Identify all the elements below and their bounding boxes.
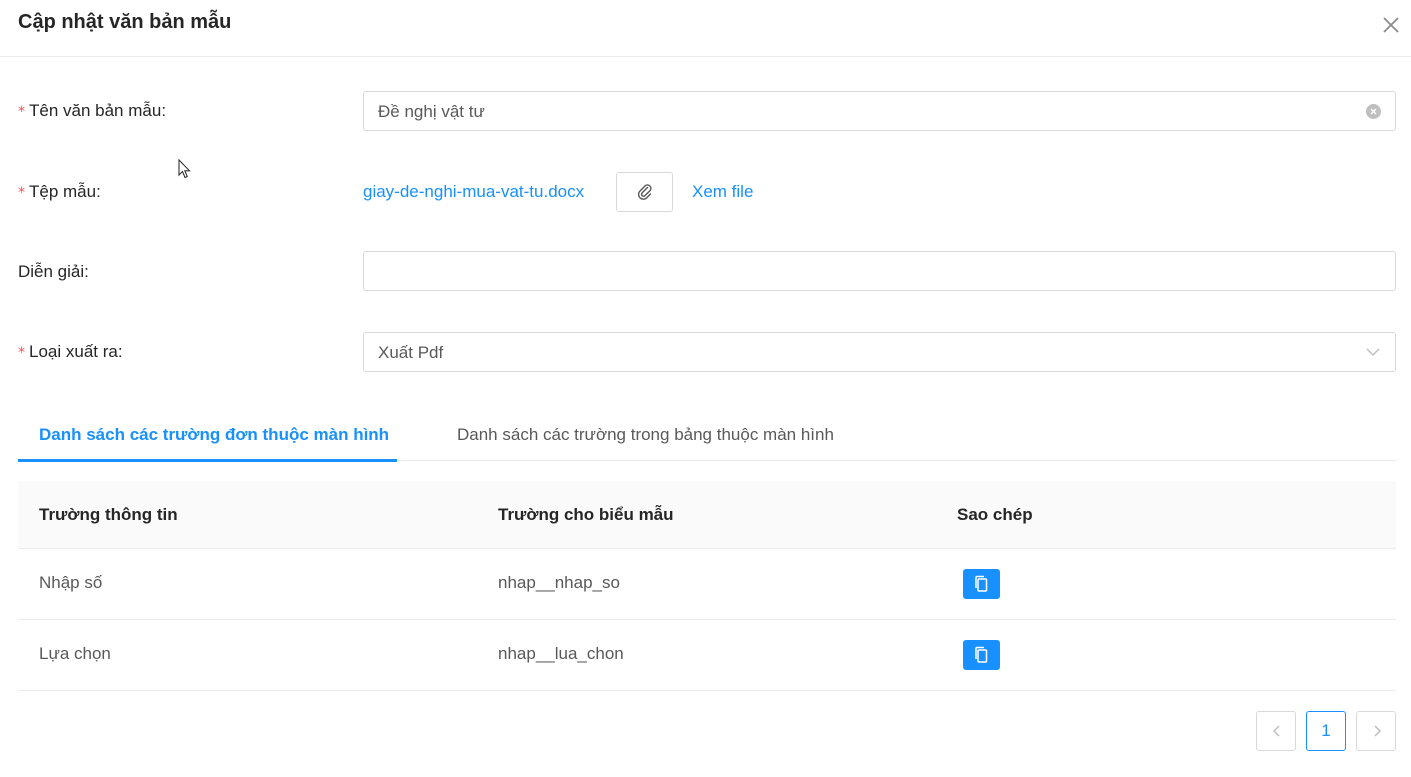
pagination-page-current[interactable]: 1: [1306, 711, 1346, 751]
cell-template-field: nhap__lua_chon: [498, 644, 624, 663]
mouse-cursor-icon: [178, 159, 191, 179]
required-mark: *: [18, 104, 25, 120]
tab-active-indicator: [18, 459, 397, 462]
copy-icon: [975, 575, 988, 592]
description-label: Diễn giải:: [18, 262, 89, 281]
name-input[interactable]: Đề nghị vật tư: [363, 91, 1396, 131]
chevron-right-icon: [1374, 725, 1382, 737]
view-file-link[interactable]: Xem file: [692, 182, 753, 202]
chevron-left-icon: [1272, 725, 1280, 737]
attach-file-button[interactable]: [616, 172, 673, 212]
paperclip-icon: [637, 184, 652, 200]
copy-button[interactable]: [963, 640, 1000, 670]
table-row: Nhập số nhap__nhap_so: [18, 549, 1396, 620]
copy-icon: [975, 646, 988, 663]
column-header-template-field: Trường cho biểu mẫu: [498, 505, 674, 524]
file-label: * Tệp mẫu:: [18, 182, 101, 201]
file-name-link[interactable]: giay-de-nghi-mua-vat-tu.docx: [363, 182, 584, 202]
cell-field: Nhập số: [39, 573, 103, 592]
export-type-value: Xuất Pdf: [378, 343, 444, 362]
chevron-down-icon: [1366, 348, 1380, 357]
description-input[interactable]: [363, 251, 1396, 291]
cell-field: Lựa chọn: [39, 644, 111, 663]
table-header: Trường thông tin Trường cho biểu mẫu Sao…: [18, 481, 1396, 549]
fields-table: Trường thông tin Trường cho biểu mẫu Sao…: [18, 481, 1396, 691]
table-row: Lựa chọn nhap__lua_chon: [18, 620, 1396, 691]
column-header-copy: Sao chép: [957, 505, 1033, 524]
tab-table-fields[interactable]: Danh sách các trường trong bảng thuộc mà…: [457, 425, 834, 445]
close-button[interactable]: [1378, 12, 1404, 38]
modal-header: Cập nhật văn bản mẫu: [0, 0, 1411, 57]
export-type-select[interactable]: Xuất Pdf: [363, 332, 1396, 372]
close-icon: [1383, 17, 1399, 33]
cell-template-field: nhap__nhap_so: [498, 573, 620, 592]
copy-button[interactable]: [963, 569, 1000, 599]
required-mark: *: [18, 185, 25, 201]
pagination-prev-button[interactable]: [1256, 711, 1296, 751]
required-mark: *: [18, 345, 25, 361]
modal-title: Cập nhật văn bản mẫu: [18, 11, 232, 33]
column-header-field: Trường thông tin: [39, 505, 178, 524]
export-type-label: * Loại xuất ra:: [18, 342, 123, 361]
name-label: * Tên văn bản mẫu:: [18, 101, 167, 120]
name-input-value: Đề nghị vật tư: [378, 102, 485, 121]
tab-bar: Danh sách các trường đơn thuộc màn hình …: [18, 415, 1396, 462]
clear-icon[interactable]: [1366, 104, 1381, 119]
tab-single-fields[interactable]: Danh sách các trường đơn thuộc màn hình: [39, 425, 389, 445]
pagination-next-button[interactable]: [1356, 711, 1396, 751]
